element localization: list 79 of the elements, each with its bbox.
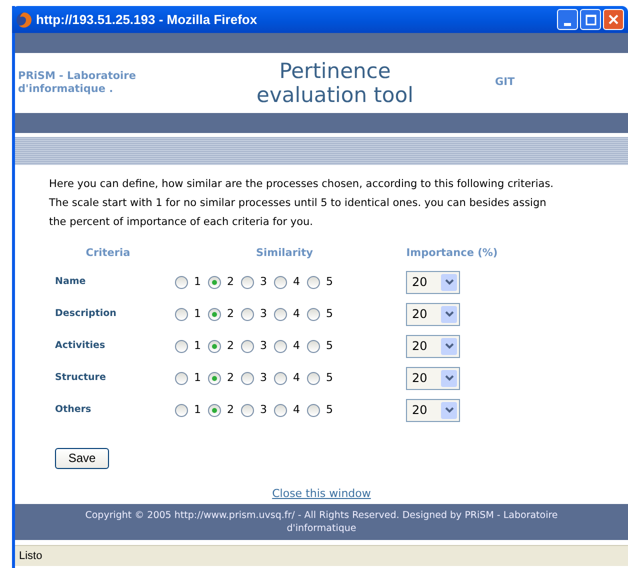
radio-button[interactable] (307, 372, 320, 385)
radio-button[interactable] (208, 404, 221, 417)
radio-button[interactable] (175, 372, 188, 385)
radio-label: 5 (326, 306, 333, 322)
radio-label: 5 (326, 274, 333, 290)
radio-button[interactable] (274, 372, 287, 385)
close-link[interactable]: Close this window (272, 486, 371, 500)
maximize-icon (583, 12, 598, 27)
radio-button[interactable] (175, 308, 188, 321)
radio-button[interactable] (175, 404, 188, 417)
radio-button[interactable] (307, 404, 320, 417)
radio-label: 5 (326, 370, 333, 386)
criterion-label: Structure (54, 371, 107, 386)
maximize-button[interactable] (580, 9, 601, 30)
header-label: GIT (494, 75, 515, 90)
radio-label: 1 (194, 306, 201, 322)
importance-select[interactable]: 20 (406, 302, 460, 326)
radio-button[interactable] (274, 276, 287, 289)
radio-button[interactable] (208, 372, 221, 385)
intro-text: Here you can define, how similar are the processes chosen, according to this following criterias. The scale start with 1 for no similar processes until 5 to identical ones. you can besides assign the percent of importance of each criteria for you. (49, 177, 555, 230)
minimize-icon (564, 22, 571, 26)
criterion-label: Description (54, 307, 118, 322)
status-text: Listo (15, 544, 628, 566)
importance-select[interactable]: 20 (406, 270, 460, 294)
radio-button[interactable] (274, 404, 287, 417)
close-icon (606, 12, 621, 27)
radio-label: 4 (293, 370, 300, 386)
radio-label: 4 (293, 402, 300, 418)
radio-button[interactable] (274, 340, 287, 353)
radio-button[interactable] (241, 404, 254, 417)
radio-button[interactable] (241, 276, 254, 289)
radio-label: 2 (227, 338, 234, 354)
criterion-label: Activities (54, 339, 106, 354)
column-header: Criteria (84, 246, 132, 261)
criterion-label: Others (54, 403, 92, 418)
radio-button[interactable] (175, 340, 188, 353)
radio-label: 2 (227, 274, 234, 290)
criterion-label: Name (54, 275, 87, 290)
importance-select[interactable]: 20 (406, 334, 460, 358)
radio-label: 2 (227, 402, 234, 418)
radio-button[interactable] (208, 276, 221, 289)
radio-label: 5 (326, 338, 333, 354)
radio-label: 2 (227, 370, 234, 386)
radio-button[interactable] (307, 340, 320, 353)
radio-button[interactable] (241, 308, 254, 321)
save-button[interactable]: Save (55, 448, 109, 469)
column-header: Similarity (254, 246, 314, 261)
importance-select[interactable]: 20 (406, 366, 460, 390)
radio-label: 1 (194, 402, 201, 418)
minimize-button[interactable] (557, 9, 578, 30)
radio-label: 3 (260, 370, 267, 386)
browser-icon (16, 12, 32, 28)
radio-label: 1 (194, 274, 201, 290)
radio-label: 3 (260, 274, 267, 290)
radio-button[interactable] (208, 340, 221, 353)
close-button[interactable] (603, 9, 624, 30)
radio-button[interactable] (175, 276, 188, 289)
radio-button[interactable] (208, 308, 221, 321)
footer-text: Copyright © 2005 http://www.prism.uvsq.fr/ - All Rights Reserved. Designed by PRiSM - Laboratoire d'informatique (15, 504, 628, 540)
radio-label: 2 (227, 306, 234, 322)
radio-label: 4 (293, 274, 300, 290)
window-title: http://193.51.25.193 - Mozilla Firefox (36, 10, 258, 29)
radio-button[interactable] (241, 340, 254, 353)
radio-label: 3 (260, 338, 267, 354)
radio-label: 1 (194, 370, 201, 386)
radio-button[interactable] (307, 276, 320, 289)
radio-label: 3 (260, 402, 267, 418)
radio-label: 4 (293, 306, 300, 322)
column-header: Importance (%) (405, 246, 499, 261)
page-title: Pertinence evaluation tool (256, 58, 414, 108)
radio-button[interactable] (241, 372, 254, 385)
radio-label: 1 (194, 338, 201, 354)
lab-name: PRiSM - Laboratoire d'informatique . (17, 70, 137, 96)
radio-button[interactable] (307, 308, 320, 321)
importance-select[interactable]: 20 (406, 398, 460, 422)
radio-button[interactable] (274, 308, 287, 321)
radio-label: 3 (260, 306, 267, 322)
radio-label: 5 (326, 402, 333, 418)
radio-label: 4 (293, 338, 300, 354)
